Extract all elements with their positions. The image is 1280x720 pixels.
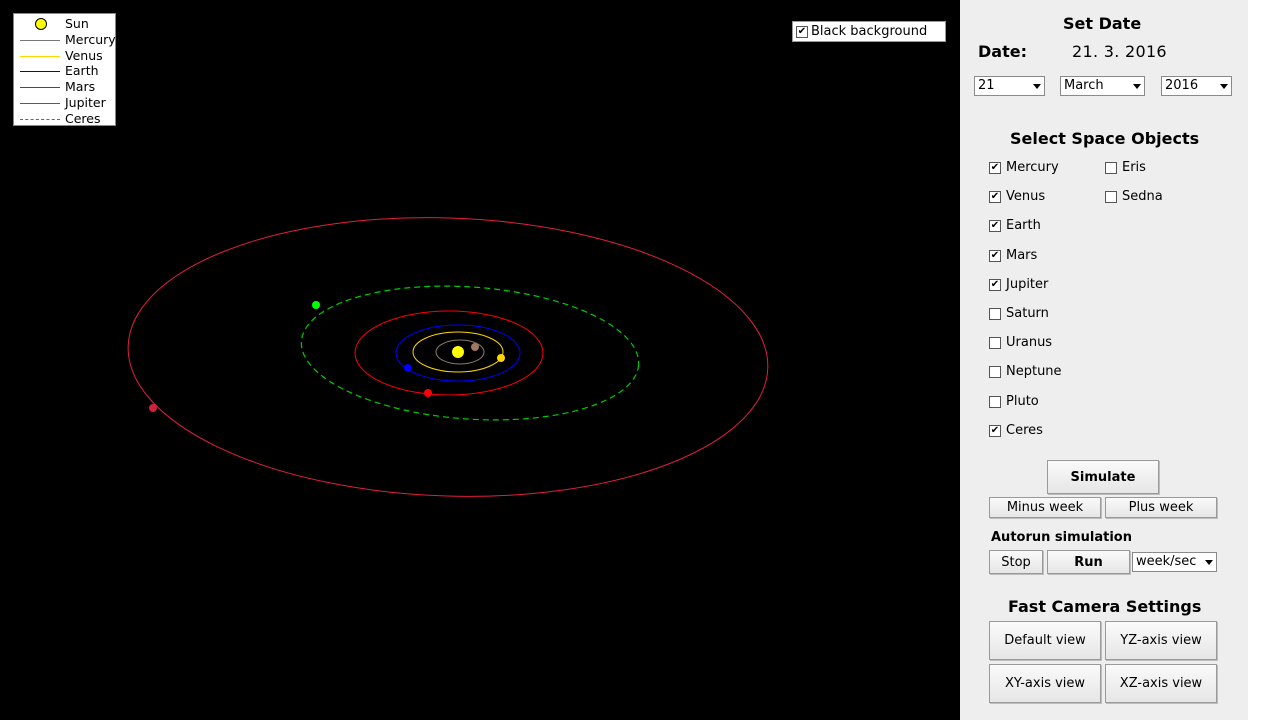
legend-item-earth: Earth (14, 63, 117, 79)
object-checkbox-uranus[interactable] (989, 337, 1001, 350)
object-checkbox-saturn[interactable] (989, 308, 1001, 320)
object-checkbox-eris[interactable] (1105, 162, 1117, 174)
object-checkbox-earth[interactable]: ✔ (989, 220, 1001, 233)
object-label: Sedna (1122, 189, 1163, 205)
plus-week-button[interactable]: Plus week (1105, 497, 1217, 518)
camera-heading: Fast Camera Settings (1008, 597, 1202, 616)
legend: Sun Mercury Venus Earth Mars Jupiter Ceres (13, 13, 116, 126)
date-label: Date: (978, 42, 1027, 61)
legend-item-ceres: Ceres (14, 111, 117, 127)
chevron-down-icon (1033, 84, 1041, 89)
year-select-value: 2016 (1165, 78, 1199, 93)
orbit-view[interactable] (0, 0, 960, 720)
legend-line-swatch (20, 118, 60, 120)
solar-system-canvas[interactable]: Sun Mercury Venus Earth Mars Jupiter Ceres ✔ B… (0, 0, 960, 720)
legend-line-swatch (20, 103, 60, 104)
date-value: 21. 3. 2016 (1072, 42, 1167, 61)
legend-label: Earth (65, 63, 99, 79)
speed-select-value: week/sec (1136, 554, 1197, 569)
object-label: Mars (1006, 247, 1038, 263)
object-label: Ceres (1006, 422, 1043, 438)
earth-body (404, 364, 412, 372)
object-label: Venus (1006, 189, 1046, 205)
stop-button[interactable]: Stop (989, 550, 1043, 574)
legend-item-jupiter: Jupiter (14, 95, 117, 111)
xz-axis-view-button[interactable]: XZ-axis view (1105, 664, 1217, 703)
xy-axis-view-button[interactable]: XY-axis view (989, 664, 1101, 703)
object-checkbox-ceres[interactable]: ✔ (989, 424, 1001, 437)
object-checkbox-venus[interactable]: ✔ (989, 191, 1001, 204)
month-select[interactable]: March (1060, 76, 1145, 96)
autorun-heading: Autorun simulation (991, 530, 1132, 545)
mars-orbit (354, 310, 544, 396)
speed-select[interactable]: week/sec (1132, 552, 1217, 572)
object-label: Jupiter (1006, 276, 1049, 292)
object-label: Eris (1122, 160, 1146, 175)
set-date-heading: Set Date (1063, 14, 1142, 33)
legend-line-swatch (20, 39, 60, 41)
year-select[interactable]: 2016 (1161, 76, 1232, 96)
run-button[interactable]: Run (1047, 550, 1130, 574)
black-background-toggle[interactable]: ✔ Black background (792, 21, 946, 42)
jupiter-body (149, 404, 157, 412)
minus-week-button[interactable]: Minus week (989, 497, 1101, 518)
legend-item-mercury: Mercury (14, 32, 117, 48)
legend-label: Jupiter (65, 95, 106, 110)
legend-line-swatch (20, 87, 60, 89)
legend-item-mars: Mars (14, 79, 117, 95)
object-checkbox-mercury[interactable]: ✔ (989, 162, 1001, 174)
black-background-checkbox[interactable]: ✔ (796, 26, 808, 38)
chevron-down-icon (1205, 560, 1213, 565)
mercury-body (471, 343, 479, 351)
legend-item-sun: Sun (14, 16, 117, 32)
ceres-orbit (300, 285, 640, 421)
object-label: Earth (1006, 218, 1041, 234)
legend-item-venus: Venus (14, 48, 117, 64)
legend-line-swatch (20, 55, 60, 57)
day-select-value: 21 (978, 78, 995, 93)
legend-label: Ceres (65, 110, 101, 126)
sun-body (452, 346, 464, 358)
object-label: Neptune (1006, 364, 1062, 380)
object-label: Uranus (1006, 335, 1053, 351)
chevron-down-icon (1133, 84, 1141, 89)
object-checkbox-pluto[interactable] (989, 395, 1001, 408)
venus-body (497, 354, 505, 362)
default-view-button[interactable]: Default view (989, 621, 1101, 660)
jupiter-orbit (127, 217, 769, 497)
object-label: Mercury (1006, 160, 1059, 175)
mars-body (424, 389, 432, 397)
legend-label: Venus (65, 47, 103, 63)
object-checkbox-jupiter[interactable]: ✔ (989, 278, 1001, 291)
object-checkbox-mars[interactable]: ✔ (989, 249, 1001, 262)
legend-label: Mercury (65, 31, 116, 47)
black-background-label: Black background (811, 24, 928, 39)
yz-axis-view-button[interactable]: YZ-axis view (1105, 621, 1217, 660)
object-checkbox-sedna[interactable] (1105, 191, 1117, 204)
legend-label: Mars (65, 79, 96, 95)
object-label: Pluto (1006, 393, 1039, 409)
select-objects-heading: Select Space Objects (1010, 129, 1200, 148)
window-edge (1248, 0, 1280, 720)
legend-label: Sun (65, 16, 89, 31)
month-select-value: March (1064, 78, 1104, 93)
control-panel: Set Date Date: 21. 3. 2016 21 March 2016… (960, 0, 1248, 720)
legend-line-swatch (20, 71, 60, 73)
ceres-body (312, 301, 320, 309)
object-checkbox-neptune[interactable] (989, 366, 1001, 379)
chevron-down-icon (1220, 84, 1228, 89)
sun-icon (35, 18, 47, 30)
day-select[interactable]: 21 (974, 76, 1045, 96)
object-label: Saturn (1006, 306, 1049, 321)
simulate-button[interactable]: Simulate (1047, 460, 1159, 494)
